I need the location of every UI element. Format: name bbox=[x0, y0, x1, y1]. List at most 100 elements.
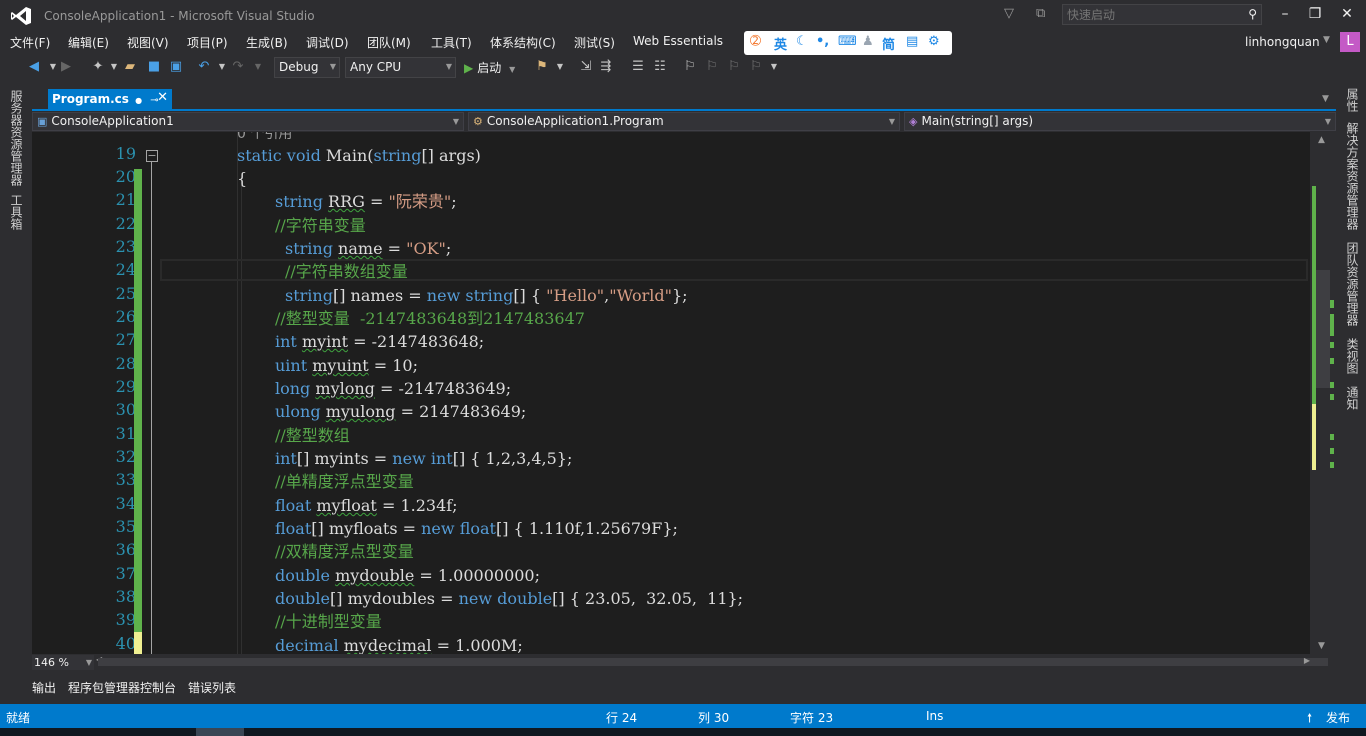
save-icon[interactable]: ■ bbox=[146, 59, 162, 75]
code-text: ; bbox=[445, 239, 452, 258]
save-all-icon[interactable]: ▣ bbox=[168, 59, 184, 75]
menu-architecture[interactable]: 体系结构(C) bbox=[490, 34, 556, 51]
scroll-down-icon[interactable]: ▼ bbox=[1318, 641, 1325, 651]
new-dropdown-icon[interactable]: ▼ bbox=[106, 59, 122, 75]
notifications-tab[interactable]: 通知 bbox=[1344, 386, 1361, 410]
class-view-tab[interactable]: 类视图 bbox=[1344, 338, 1361, 374]
close-tab-icon[interactable]: ✕ bbox=[157, 90, 168, 105]
code-text: [] myints = bbox=[296, 449, 393, 468]
start-debugging-button[interactable]: ▶ 启动 ▼ bbox=[464, 59, 515, 76]
tab-overflow-icon[interactable]: ▼ bbox=[1322, 94, 1329, 104]
ime-keyboard-icon[interactable]: ⌨ bbox=[838, 34, 857, 49]
project-select[interactable]: ▣ ConsoleApplication1 ▼ bbox=[32, 112, 464, 131]
vertical-scrollbar[interactable]: ▲ ▼ bbox=[1310, 132, 1336, 654]
next-bookmark-icon[interactable]: ⚐ bbox=[726, 59, 742, 75]
open-file-icon[interactable]: ▰ bbox=[122, 59, 138, 75]
undo-dropdown-icon[interactable]: ▼ bbox=[214, 59, 230, 75]
tab-error-list[interactable]: 错误列表 bbox=[188, 679, 236, 696]
quick-launch-input[interactable] bbox=[1063, 5, 1239, 24]
uncomment-lines-icon[interactable]: ☷ bbox=[652, 59, 668, 75]
string-literal: "OK" bbox=[406, 239, 446, 258]
scroll-right-icon[interactable]: ▶ bbox=[1304, 656, 1310, 665]
notification-filter-icon[interactable]: ▽ bbox=[1004, 6, 1020, 22]
publish-button[interactable]: 发布 bbox=[1326, 709, 1350, 726]
menu-tools[interactable]: 工具(T) bbox=[431, 34, 472, 51]
ime-skin-icon[interactable]: ▤ bbox=[906, 34, 918, 49]
tab-package-manager-console[interactable]: 程序包管理器控制台 bbox=[68, 679, 176, 696]
menu-web-essentials[interactable]: Web Essentials bbox=[633, 34, 723, 48]
ime-punctuation-icon[interactable]: •, bbox=[816, 34, 829, 49]
line-number: 28 bbox=[115, 354, 136, 373]
code-text: = bbox=[395, 402, 420, 421]
keyword: string bbox=[465, 286, 514, 305]
feedback-icon[interactable]: ⧉ bbox=[1036, 6, 1054, 22]
toolbar-options-icon[interactable]: ▼ bbox=[766, 59, 782, 75]
minimize-button[interactable]: – bbox=[1270, 4, 1300, 26]
menu-view[interactable]: 视图(V) bbox=[127, 34, 169, 51]
ime-toolbar[interactable]: ➁ 英 ☾ •, ⌨ ♟ 简 ▤ ⚙ bbox=[744, 31, 952, 55]
step-over-icon[interactable]: ⇶ bbox=[598, 59, 614, 75]
navigate-back-icon[interactable]: ◀ bbox=[26, 59, 42, 75]
undo-icon[interactable]: ↶ bbox=[196, 59, 212, 75]
menu-test[interactable]: 测试(S) bbox=[574, 34, 615, 51]
navigate-forward-icon[interactable]: ▶ bbox=[58, 59, 74, 75]
user-dropdown-icon[interactable]: ▼ bbox=[1323, 35, 1330, 45]
start-dropdown-icon[interactable]: ▼ bbox=[509, 65, 515, 74]
line-number: 33 bbox=[115, 470, 136, 489]
tab-label: Program.cs bbox=[52, 92, 129, 106]
publish-icon[interactable]: 🠕 bbox=[1307, 709, 1312, 730]
ime-english-toggle[interactable]: 英 bbox=[774, 34, 787, 53]
type-select[interactable]: ⚙ ConsoleApplication1.Program ▼ bbox=[468, 112, 900, 131]
zoom-value: 146 % bbox=[34, 656, 69, 669]
solution-configuration-select[interactable]: Debug ▼ bbox=[274, 57, 340, 78]
horizontal-scrollbar[interactable] bbox=[98, 658, 1328, 666]
taskbar-active-app[interactable] bbox=[196, 728, 244, 736]
team-explorer-tab[interactable]: 团队资源管理器 bbox=[1344, 242, 1361, 326]
browser-link-icon[interactable]: ⚑ bbox=[534, 59, 550, 75]
step-into-icon[interactable]: ⇲ bbox=[578, 59, 594, 75]
maximize-button[interactable]: ❐ bbox=[1300, 4, 1330, 26]
solution-platform-select[interactable]: Any CPU ▼ bbox=[345, 57, 456, 78]
menu-debug[interactable]: 调试(D) bbox=[306, 34, 349, 51]
code-area[interactable]: 0 个引用 static void Main(string[] args) { … bbox=[158, 132, 1308, 654]
keyword: ulong bbox=[275, 402, 321, 421]
code-editor[interactable]: 19 20 21 22 23 24 25 26 27 28 29 30 31 3… bbox=[32, 132, 1336, 654]
previous-bookmark-icon[interactable]: ⚐ bbox=[704, 59, 720, 75]
properties-tab[interactable]: 属性 bbox=[1344, 88, 1361, 112]
scrollbar-thumb[interactable] bbox=[1316, 270, 1330, 388]
clear-bookmarks-icon[interactable]: ⚐ bbox=[748, 59, 764, 75]
server-explorer-tab[interactable]: 服务器资源管理器 bbox=[8, 90, 25, 186]
new-project-icon[interactable]: ✦ bbox=[90, 59, 106, 75]
collapse-region-icon[interactable]: − bbox=[146, 150, 158, 162]
member-select[interactable]: ◈ Main(string[] args) ▼ bbox=[904, 112, 1336, 131]
bottom-tool-tabs: 输出 程序包管理器控制台 错误列表 bbox=[0, 676, 1366, 702]
zoom-select[interactable]: 146 % ▼ bbox=[32, 655, 94, 670]
redo-icon[interactable]: ↷ bbox=[230, 59, 246, 75]
user-name[interactable]: linhongquan bbox=[1245, 35, 1320, 49]
menu-edit[interactable]: 编辑(E) bbox=[68, 34, 109, 51]
variable-name: myint bbox=[301, 332, 349, 351]
line-number: 32 bbox=[115, 447, 136, 466]
redo-dropdown-icon[interactable]: ▼ bbox=[250, 59, 266, 75]
tab-output[interactable]: 输出 bbox=[32, 679, 56, 696]
comment-lines-icon[interactable]: ☰ bbox=[630, 59, 646, 75]
menu-file[interactable]: 文件(F) bbox=[10, 34, 50, 51]
browser-link-dropdown-icon[interactable]: ▼ bbox=[552, 59, 568, 75]
scroll-up-icon[interactable]: ▲ bbox=[1318, 135, 1325, 145]
close-button[interactable]: ✕ bbox=[1332, 4, 1362, 26]
keyword: static bbox=[237, 146, 282, 165]
ime-settings-icon[interactable]: ⚙ bbox=[928, 34, 940, 49]
ime-simplified-toggle[interactable]: 简 bbox=[882, 34, 895, 53]
solution-explorer-tab[interactable]: 解决方案资源管理器 bbox=[1344, 122, 1361, 230]
menu-build[interactable]: 生成(B) bbox=[246, 34, 288, 51]
menu-project[interactable]: 项目(P) bbox=[187, 34, 228, 51]
bookmark-icon[interactable]: ⚐ bbox=[682, 59, 698, 75]
tab-program-cs[interactable]: Program.cs ● ⊸ ✕ bbox=[48, 89, 172, 109]
quick-launch[interactable]: ⚲ bbox=[1062, 4, 1262, 25]
avatar[interactable]: L bbox=[1340, 32, 1360, 52]
menu-team[interactable]: 团队(M) bbox=[367, 34, 411, 51]
search-icon[interactable]: ⚲ bbox=[1248, 7, 1257, 21]
toolbox-tab[interactable]: 工具箱 bbox=[8, 194, 25, 230]
ime-moon-icon[interactable]: ☾ bbox=[796, 34, 808, 49]
ime-user-icon[interactable]: ♟ bbox=[862, 34, 874, 49]
